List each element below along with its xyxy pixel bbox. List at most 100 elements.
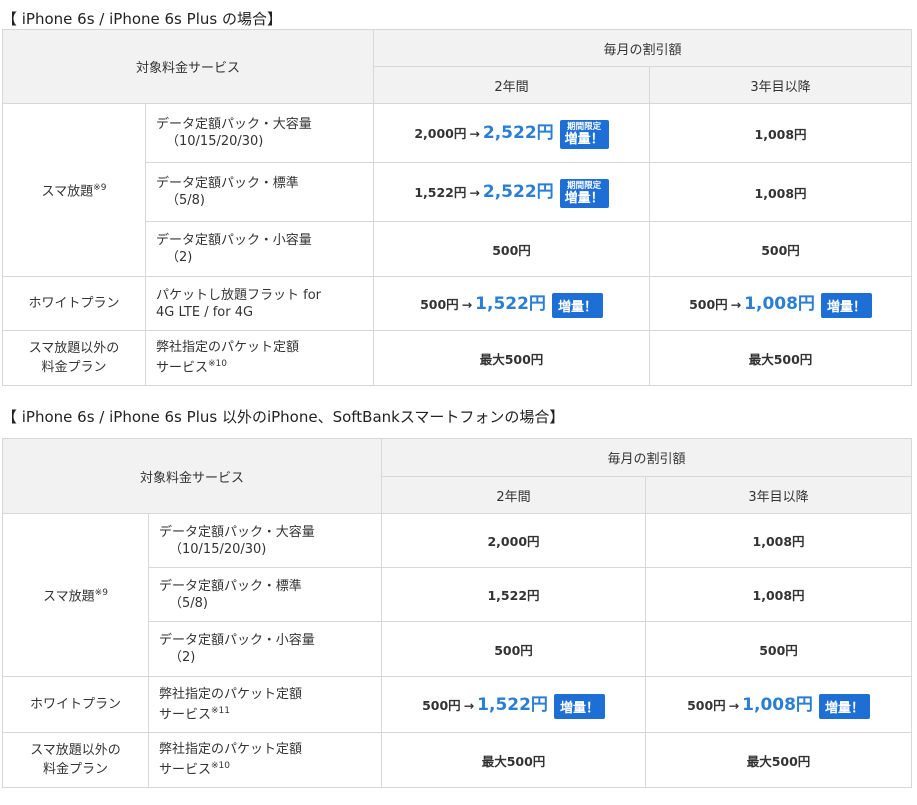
value-3years: 1,008円 <box>649 162 913 222</box>
service-name: データ定額パック・小容量 <box>156 233 312 248</box>
header-2years: 2年間 <box>381 476 647 514</box>
category-white-plan: ホワイトプラン <box>2 276 146 331</box>
value-to: 2,522円 <box>482 181 554 202</box>
header-discount: 毎月の割引額 <box>381 438 913 477</box>
service-name: 弊社指定のパケット定額 <box>159 742 303 758</box>
section1-title: 【 iPhone 6s / iPhone 6s Plus の場合】 <box>2 10 282 28</box>
value-2years: 500円 <box>373 221 651 277</box>
service-sub: サービス <box>159 707 212 723</box>
value-3years: 1,008円 <box>649 103 913 163</box>
header-discount: 毎月の割引額 <box>373 29 913 67</box>
arrow-icon: → <box>469 125 480 141</box>
value-to: 1,008円 <box>744 294 815 314</box>
category-sumaho: スマ放題※9 <box>2 513 149 677</box>
category-label: スマ放題以外の <box>28 341 120 356</box>
section2-title: 【 iPhone 6s / iPhone 6s Plus 以外のiPhone、S… <box>2 408 565 426</box>
value-2years: 500円 → 1,522円 増量！ <box>373 276 651 331</box>
value-2years: 500円 → 1,522円 増量！ <box>381 676 647 733</box>
service-cell: 弊社指定のパケット定額 サービス※10 <box>147 732 383 788</box>
category-other-plan: スマ放題以外の 料金プラン <box>2 732 149 788</box>
service-cell: 弊社指定のパケット定額 サービス※11 <box>147 676 383 733</box>
value-from: 1,522円 <box>414 184 467 200</box>
discount-table-other-iphone: 対象料金サービス 毎月の割引額 2年間 3年目以降 スマ放題※9 データ定額パッ… <box>1 438 913 788</box>
value-3years: 最大500円 <box>645 732 913 788</box>
value-from: 500円 <box>422 698 461 713</box>
header-3years: 3年目以降 <box>645 476 913 514</box>
service-name: 弊社指定のパケット定額 <box>156 340 300 356</box>
service-sub: （5/8) <box>169 595 208 611</box>
category-label: スマ放題 <box>43 589 95 605</box>
service-cell: データ定額パック・大容量 （10/15/20/30) <box>147 513 383 568</box>
service-name: データ定額パック・小容量 <box>159 633 315 648</box>
badge-main: 増量！ <box>564 131 604 147</box>
service-cell: パケットし放題フラット for 4G LTE / for 4G <box>144 276 375 331</box>
value-from: 2,000円 <box>414 125 467 141</box>
service-sub: （10/15/20/30) <box>166 134 264 149</box>
service-sub: （2) <box>166 250 193 265</box>
badge-small: 期間限定 <box>567 121 602 132</box>
category-label: 料金プラン <box>42 762 108 777</box>
category-other-plan: スマ放題以外の 料金プラン <box>2 330 146 386</box>
service-sub: （10/15/20/30) <box>169 541 267 557</box>
category-sumaho: スマ放題※9 <box>2 103 146 277</box>
service-sub: 4G LTE / for 4G <box>156 304 254 320</box>
limited-increase-badge: 期間限定 増量！ <box>559 178 609 208</box>
header-2years: 2年間 <box>373 66 651 104</box>
arrow-icon: → <box>728 698 740 713</box>
arrow-icon: → <box>469 184 480 200</box>
value-to: 1,522円 <box>475 294 546 314</box>
service-sub: （5/8) <box>166 193 205 208</box>
value-2years: 1,522円 <box>381 567 647 622</box>
value-from: 500円 <box>687 698 726 713</box>
service-name: パケットし放題フラット for <box>156 287 322 303</box>
value-from: 500円 <box>689 297 728 312</box>
footnote-mark: ※11 <box>211 705 231 716</box>
value-2years: 500円 <box>381 621 647 677</box>
value-to: 2,522円 <box>482 122 554 143</box>
value-to: 1,008円 <box>742 695 813 715</box>
footnote-mark: ※10 <box>211 761 231 772</box>
badge-main: 増量！ <box>564 190 604 206</box>
category-label: スマ放題以外の <box>30 743 121 758</box>
service-cell: データ定額パック・小容量 （2) <box>144 221 375 277</box>
service-name: データ定額パック・標準 <box>156 176 299 191</box>
value-3years: 500円 <box>649 221 913 277</box>
category-label: 料金プラン <box>41 360 107 375</box>
increase-badge: 増量！ <box>551 293 603 318</box>
service-cell: データ定額パック・標準 （5/8) <box>147 567 383 622</box>
arrow-icon: → <box>461 297 473 312</box>
increase-badge: 増量！ <box>553 694 605 719</box>
value-2years: 最大500円 <box>373 330 651 386</box>
discount-table-iphone6s: 対象料金サービス 毎月の割引額 2年間 3年目以降 スマ放題※9 データ定額パッ… <box>1 29 913 386</box>
header-service: 対象料金サービス <box>1 29 375 104</box>
value-2years: 2,000円 → 2,522円 期間限定 増量！ <box>373 103 651 163</box>
value-2years: 1,522円 → 2,522円 期間限定 増量！ <box>373 162 651 222</box>
header-3years: 3年目以降 <box>649 66 913 104</box>
service-sub: サービス <box>159 762 212 778</box>
value-3years: 1,008円 <box>645 513 913 568</box>
category-label: スマ放題 <box>41 184 94 200</box>
service-cell: データ定額パック・小容量 （2) <box>147 621 383 677</box>
service-name: データ定額パック・標準 <box>159 578 302 594</box>
value-from: 500円 <box>420 297 459 312</box>
increase-badge: 増量！ <box>820 293 872 318</box>
footnote-mark: ※9 <box>94 587 108 598</box>
value-3years: 最大500円 <box>649 330 913 386</box>
value-3years: 500円 <box>645 621 913 677</box>
service-name: データ定額パック・大容量 <box>159 524 315 540</box>
badge-small: 期間限定 <box>567 180 602 191</box>
value-to: 1,522円 <box>477 695 548 715</box>
footnote-mark: ※9 <box>93 182 107 193</box>
value-3years: 500円 → 1,008円 増量！ <box>645 676 913 733</box>
arrow-icon: → <box>730 297 742 312</box>
service-name: 弊社指定のパケット定額 <box>159 686 303 702</box>
service-cell: データ定額パック・大容量 （10/15/20/30) <box>144 103 375 163</box>
header-service: 対象料金サービス <box>1 438 383 514</box>
service-cell: 弊社指定のパケット定額 サービス※10 <box>144 330 375 386</box>
value-2years: 2,000円 <box>381 513 647 568</box>
category-white-plan: ホワイトプラン <box>2 676 149 733</box>
increase-badge: 増量！ <box>818 694 870 719</box>
value-3years: 1,008円 <box>645 567 913 622</box>
service-cell: データ定額パック・標準 （5/8) <box>144 162 375 222</box>
service-sub: サービス <box>156 360 209 376</box>
